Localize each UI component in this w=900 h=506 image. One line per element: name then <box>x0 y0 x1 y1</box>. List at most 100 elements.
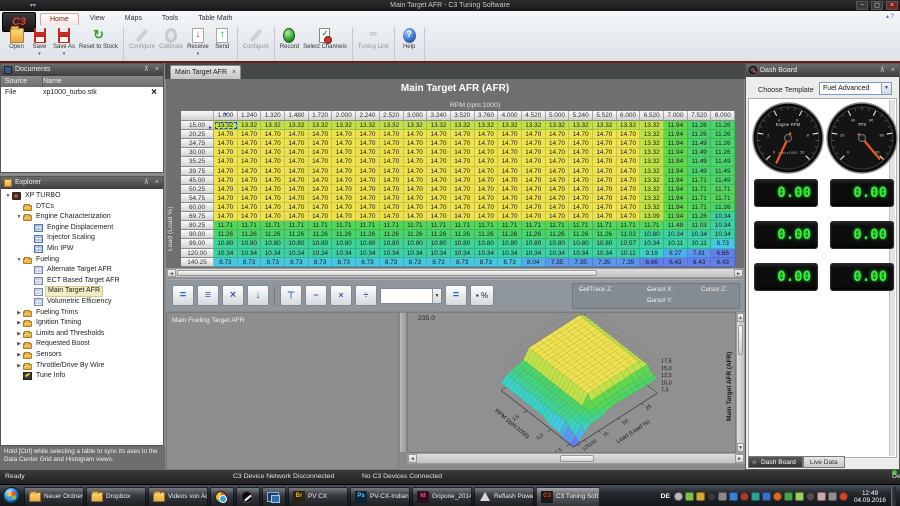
afr-cell[interactable]: 14.70 <box>522 212 546 221</box>
afr-cell[interactable]: 14.70 <box>332 157 356 166</box>
afr-cell[interactable]: 14.70 <box>380 185 404 194</box>
row-header-80.25[interactable]: 80.25 <box>181 221 214 230</box>
afr-cell[interactable]: 14.70 <box>498 203 522 212</box>
afr-cell[interactable]: 14.70 <box>522 130 546 139</box>
fill-icon[interactable]: ≡ <box>197 285 219 306</box>
afr-cell[interactable]: 14.70 <box>427 194 451 203</box>
afr-cell[interactable]: 14.70 <box>593 157 617 166</box>
afr-cell[interactable]: 14.70 <box>332 130 356 139</box>
afr-cell[interactable]: 14.70 <box>238 167 262 176</box>
plot-horizontal-scrollbar[interactable]: ◄► <box>407 453 745 464</box>
afr-cell[interactable]: 14.70 <box>404 130 428 139</box>
afr-cell[interactable]: 8.73 <box>380 258 404 267</box>
afr-cell[interactable]: 13.32 <box>498 121 522 130</box>
row-header-120.00[interactable]: 120.00 <box>181 249 214 258</box>
afr-cell[interactable]: 14.70 <box>356 212 380 221</box>
afr-cell[interactable]: 14.70 <box>427 185 451 194</box>
dashboard-pin-icon[interactable]: ⊼ <box>880 67 887 74</box>
afr-cell[interactable]: 14.70 <box>214 185 238 194</box>
maximize-button[interactable]: ◻ <box>871 1 883 10</box>
afr-cell[interactable]: 14.70 <box>332 139 356 148</box>
tray-icon[interactable] <box>729 492 738 501</box>
tree-expander-icon[interactable]: ▶ <box>15 318 23 329</box>
afr-cell[interactable]: 14.70 <box>569 212 593 221</box>
afr-cell[interactable]: 14.70 <box>261 212 285 221</box>
afr-cell[interactable]: 10.34 <box>640 239 664 248</box>
afr-cell[interactable]: 11.71 <box>285 221 309 230</box>
afr-cell[interactable]: 10.34 <box>664 230 688 239</box>
afr-cell[interactable]: 10.80 <box>380 239 404 248</box>
taskbar-button-reflash-power-[interactable]: Reflash Power ... <box>474 487 534 506</box>
afr-cell[interactable]: 11.26 <box>332 230 356 239</box>
taskbar-button-pv-cx[interactable]: BrPV CX <box>288 487 348 506</box>
afr-cell[interactable]: 10.34 <box>309 249 333 258</box>
scroll-thumb[interactable] <box>177 270 597 276</box>
afr-cell[interactable]: 14.70 <box>261 185 285 194</box>
afr-cell[interactable]: 14.70 <box>617 167 641 176</box>
tray-icon[interactable] <box>674 492 683 501</box>
tree-item-ect-based-target-afr[interactable]: ECT Based Target AFR <box>1 276 163 287</box>
afr-cell[interactable]: 11.71 <box>688 176 712 185</box>
afr-cell[interactable]: 14.70 <box>285 176 309 185</box>
afr-cell[interactable]: 13.32 <box>380 121 404 130</box>
afr-cell[interactable]: 8.73 <box>404 258 428 267</box>
afr-cell[interactable]: 10.80 <box>238 239 262 248</box>
tray-icon[interactable] <box>751 492 760 501</box>
increase-icon[interactable]: ⊤ <box>280 285 302 306</box>
afr-cell[interactable]: 14.70 <box>404 139 428 148</box>
afr-cell[interactable]: 14.70 <box>451 194 475 203</box>
afr-cell[interactable]: 14.70 <box>427 212 451 221</box>
column-header-7.000[interactable]: 7.000 <box>664 111 688 121</box>
afr-cell[interactable]: 8.73 <box>475 258 499 267</box>
afr-cell[interactable]: 11.94 <box>664 139 688 148</box>
afr-table[interactable]: 1.000▼1.2401.3201.4801.7202.0002.2402.52… <box>181 111 735 267</box>
tree-item-fueling-trims[interactable]: ▶Fueling Trims <box>1 308 163 319</box>
afr-cell[interactable]: 10.34 <box>711 221 735 230</box>
afr-cell[interactable]: 10.80 <box>640 230 664 239</box>
afr-cell[interactable]: 10.80 <box>427 239 451 248</box>
tray-icon[interactable] <box>795 492 804 501</box>
afr-cell[interactable]: 14.70 <box>261 203 285 212</box>
afr-cell[interactable]: 10.34 <box>427 249 451 258</box>
column-header-1.000[interactable]: 1.000▼ <box>214 111 238 121</box>
afr-cell[interactable]: 14.70 <box>475 176 499 185</box>
afr-cell[interactable]: 10.80 <box>475 239 499 248</box>
afr-cell[interactable]: 14.70 <box>380 212 404 221</box>
afr-cell[interactable]: 14.70 <box>569 167 593 176</box>
afr-cell[interactable]: 14.70 <box>569 130 593 139</box>
tree-item-alternate-target-afr[interactable]: Alternate Target AFR <box>1 265 163 276</box>
afr-cell[interactable]: 11.94 <box>664 148 688 157</box>
afr-cell[interactable]: 7.81 <box>688 249 712 258</box>
afr-cell[interactable]: 14.70 <box>522 148 546 157</box>
afr-cell[interactable]: 14.70 <box>285 212 309 221</box>
column-header-5.240[interactable]: 5.240 <box>569 111 593 121</box>
explorer-pin-icon[interactable]: ⊼ <box>144 179 151 186</box>
interpolate-icon[interactable]: × <box>222 285 244 306</box>
afr-cell[interactable]: 10.80 <box>332 239 356 248</box>
afr-cell[interactable]: 11.71 <box>593 221 617 230</box>
afr-cell[interactable]: 13.32 <box>640 194 664 203</box>
afr-cell[interactable]: 11.26 <box>711 130 735 139</box>
afr-cell[interactable]: 11.71 <box>640 221 664 230</box>
ribbon-tab-maps[interactable]: Maps <box>116 13 151 25</box>
afr-cell[interactable]: 14.70 <box>546 203 570 212</box>
divide-icon[interactable]: ÷ <box>355 285 377 306</box>
afr-cell[interactable]: 14.70 <box>214 212 238 221</box>
afr-cell[interactable]: 11.71 <box>238 221 262 230</box>
afr-cell[interactable]: 14.70 <box>427 148 451 157</box>
tree-expander-icon[interactable]: ▶ <box>15 308 23 319</box>
multiply-icon[interactable]: × <box>330 285 352 306</box>
row-header-54.75[interactable]: 54.75 <box>181 194 214 203</box>
document-row[interactable]: Filexp1000_turbo.stk× <box>1 87 163 99</box>
afr-cell[interactable]: 14.70 <box>261 176 285 185</box>
dashboard-close-icon[interactable]: × <box>891 67 897 74</box>
afr-cell[interactable]: 11.49 <box>711 167 735 176</box>
afr-cell[interactable]: 14.70 <box>380 139 404 148</box>
taskbar-button-pv-cx-indian-[interactable]: PsPV-CX-Indian_... <box>350 487 410 506</box>
afr-cell[interactable]: 14.70 <box>617 212 641 221</box>
row-header-50.25[interactable]: 50.25 <box>181 185 214 194</box>
afr-cell[interactable]: 13.32 <box>640 176 664 185</box>
afr-cell[interactable]: 14.70 <box>617 194 641 203</box>
taskbar-button-neuer-ordner[interactable]: Neuer Ordner <box>24 487 84 506</box>
receive-button[interactable]: ↓Receive▾ <box>185 27 211 57</box>
